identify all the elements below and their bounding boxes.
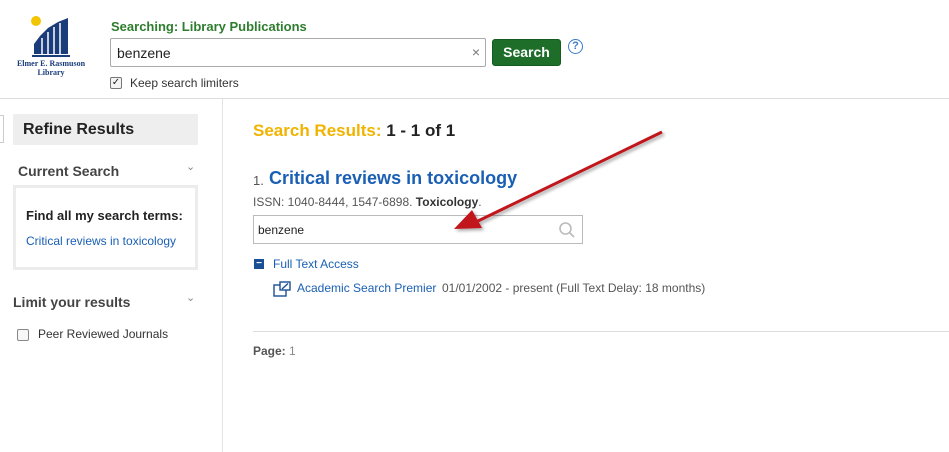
page-label: Page: [253,344,286,358]
search-within-value: benzene [258,223,305,237]
subject-text: Toxicology [415,195,479,209]
help-icon[interactable]: ? [568,39,583,54]
page-number[interactable]: 1 [289,344,296,358]
search-input-value: benzene [117,45,171,61]
external-link-icon[interactable] [273,281,291,297]
refine-results-header: Refine Results [13,114,198,145]
result-meta: ISSN: 1040-8444, 1547-6898. Toxicology. [253,195,482,209]
result-number: 1. [253,173,264,188]
header: Elmer E. Rasmuson Library Searching: Lib… [0,0,949,99]
divider [253,331,949,332]
collapse-sidebar-tab[interactable] [0,115,4,143]
find-all-term-link[interactable]: Critical reviews in toxicology [26,234,176,248]
peer-reviewed-checkbox[interactable] [17,329,29,341]
result-title-link[interactable]: Critical reviews in toxicology [269,168,517,189]
keep-limiters-label: Keep search limiters [130,76,239,90]
sidebar: Refine Results Current Search ⌄ Find all… [0,99,223,452]
current-search-box: Find all my search terms: Critical revie… [13,185,198,270]
results-heading: Search Results: 1 - 1 of 1 [253,121,455,141]
magnifier-icon[interactable] [558,221,576,239]
clear-icon[interactable]: × [472,44,480,60]
chevron-down-icon[interactable]: ⌄ [186,291,195,304]
search-input[interactable]: benzene × [110,38,486,67]
current-search-title[interactable]: Current Search [18,163,119,179]
find-all-label: Find all my search terms: [26,208,183,223]
issn-text: ISSN: 1040-8444, 1547-6898. [253,195,413,209]
keep-limiters-checkbox[interactable]: ✓ [110,77,122,89]
coverage-text: 01/01/2002 - present (Full Text Delay: 1… [442,281,706,295]
search-button[interactable]: Search [492,39,561,66]
search-within-input[interactable]: benzene [253,215,583,244]
peer-reviewed-label: Peer Reviewed Journals [38,327,169,341]
academic-search-premier-link[interactable]: Academic Search Premier [297,281,436,295]
collapse-icon[interactable]: − [254,259,264,269]
limit-results-title[interactable]: Limit your results [13,294,130,310]
results-range: 1 - 1 of 1 [386,121,456,140]
library-building-logo-icon[interactable] [28,14,76,58]
logo-text: Elmer E. Rasmuson Library [16,59,86,77]
subject-period: . [478,195,482,209]
chevron-down-icon[interactable]: ⌄ [186,160,195,173]
searching-label: Searching: Library Publications [111,19,307,34]
full-text-access-link[interactable]: Full Text Access [273,257,359,271]
refine-results-title: Refine Results [23,121,135,138]
results-heading-label: Search Results: [253,121,382,140]
